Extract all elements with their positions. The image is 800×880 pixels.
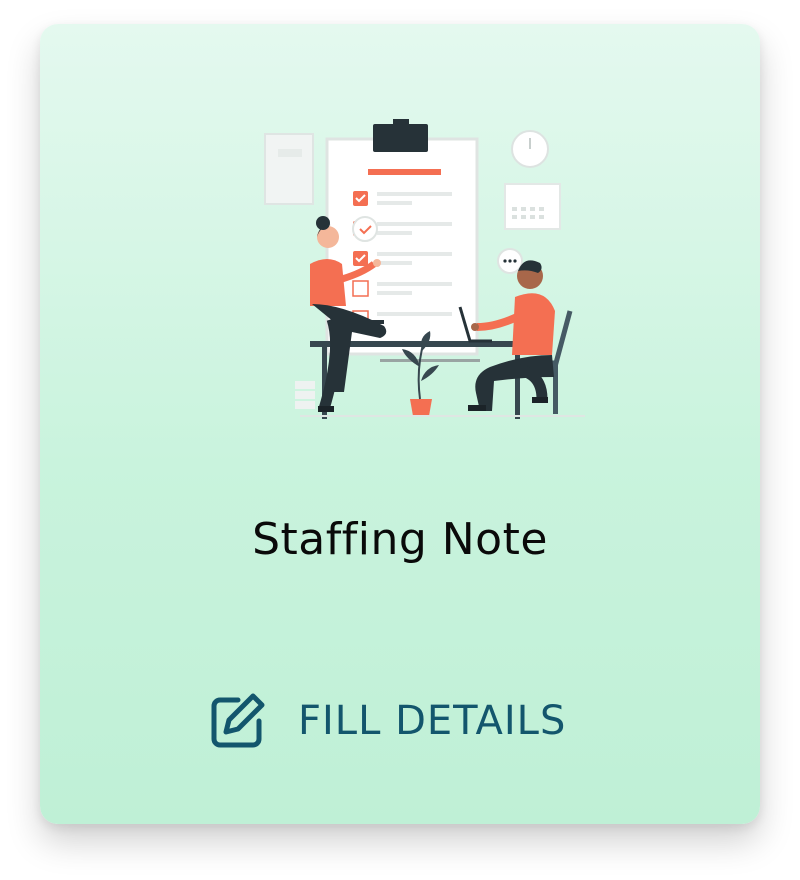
fill-details-label: FILL DETAILS — [298, 698, 567, 744]
edit-icon — [211, 693, 265, 748]
checklist-illustration — [264, 119, 585, 419]
fill-details-button[interactable]: FILL DETAILS — [208, 688, 598, 754]
staffing-note-card[interactable]: Staffing Note FILL DETAILS — [40, 24, 760, 824]
card-title: Staffing Note — [252, 514, 548, 565]
